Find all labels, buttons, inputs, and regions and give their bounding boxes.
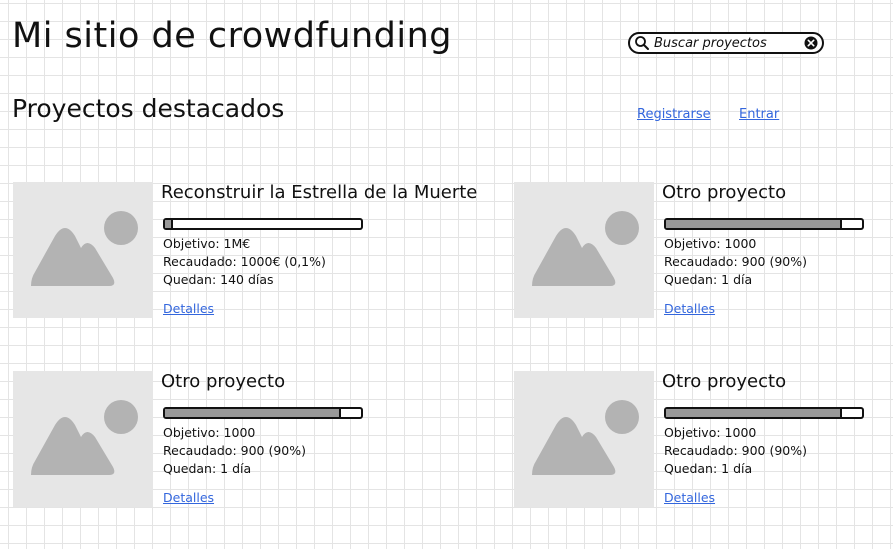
project-card: Otro proyecto Objetivo: 1000 Recaudado: … xyxy=(514,371,893,511)
funding-progress-fill xyxy=(666,220,843,228)
funding-progress-bar xyxy=(163,218,363,230)
login-link[interactable]: Entrar xyxy=(739,107,779,122)
clear-icon[interactable] xyxy=(804,36,818,50)
funding-progress-fill xyxy=(165,220,173,228)
project-goal: Objetivo: 1M€ xyxy=(163,236,251,251)
details-link[interactable]: Detalles xyxy=(163,490,214,505)
project-image xyxy=(13,371,153,507)
project-remaining: Quedan: 140 días xyxy=(163,272,274,287)
project-remaining: Quedan: 1 día xyxy=(163,461,252,476)
project-goal: Objetivo: 1000 xyxy=(664,425,757,440)
project-image xyxy=(514,182,654,318)
project-goal: Objetivo: 1000 xyxy=(664,236,757,251)
funding-progress-bar xyxy=(664,407,864,419)
project-remaining: Quedan: 1 día xyxy=(664,272,753,287)
details-link[interactable]: Detalles xyxy=(163,301,214,316)
image-placeholder-icon xyxy=(532,400,639,475)
project-goal: Objetivo: 1000 xyxy=(163,425,256,440)
search-box[interactable] xyxy=(628,32,824,54)
project-title: Reconstruir la Estrella de la Muerte xyxy=(161,182,478,203)
project-title: Otro proyecto xyxy=(662,371,787,392)
project-card: Otro proyecto Objetivo: 1000 Recaudado: … xyxy=(514,182,893,322)
register-link[interactable]: Registrarse xyxy=(637,107,711,122)
details-link[interactable]: Detalles xyxy=(664,490,715,505)
section-title: Proyectos destacados xyxy=(12,94,285,123)
project-raised: Recaudado: 900 (90%) xyxy=(664,443,807,458)
funding-progress-bar xyxy=(664,218,864,230)
project-raised: Recaudado: 900 (90%) xyxy=(664,254,807,269)
project-card: Otro proyecto Objetivo: 1000 Recaudado: … xyxy=(13,371,393,511)
funding-progress-bar xyxy=(163,407,363,419)
project-raised: Recaudado: 900 (90%) xyxy=(163,443,306,458)
funding-progress-fill xyxy=(165,409,342,417)
search-icon xyxy=(635,36,649,50)
image-placeholder-icon xyxy=(31,400,138,475)
details-link[interactable]: Detalles xyxy=(664,301,715,316)
project-image xyxy=(514,371,654,507)
image-placeholder-icon xyxy=(532,211,639,286)
project-card: Reconstruir la Estrella de la Muerte Obj… xyxy=(13,182,477,322)
funding-progress-fill xyxy=(666,409,843,417)
project-raised: Recaudado: 1000€ (0,1%) xyxy=(163,254,326,269)
site-title: Mi sitio de crowdfunding xyxy=(12,16,453,56)
project-remaining: Quedan: 1 día xyxy=(664,461,753,476)
project-title: Otro proyecto xyxy=(662,182,787,203)
project-title: Otro proyecto xyxy=(161,371,286,392)
project-image xyxy=(13,182,153,318)
image-placeholder-icon xyxy=(31,211,138,286)
search-input[interactable] xyxy=(650,34,804,52)
